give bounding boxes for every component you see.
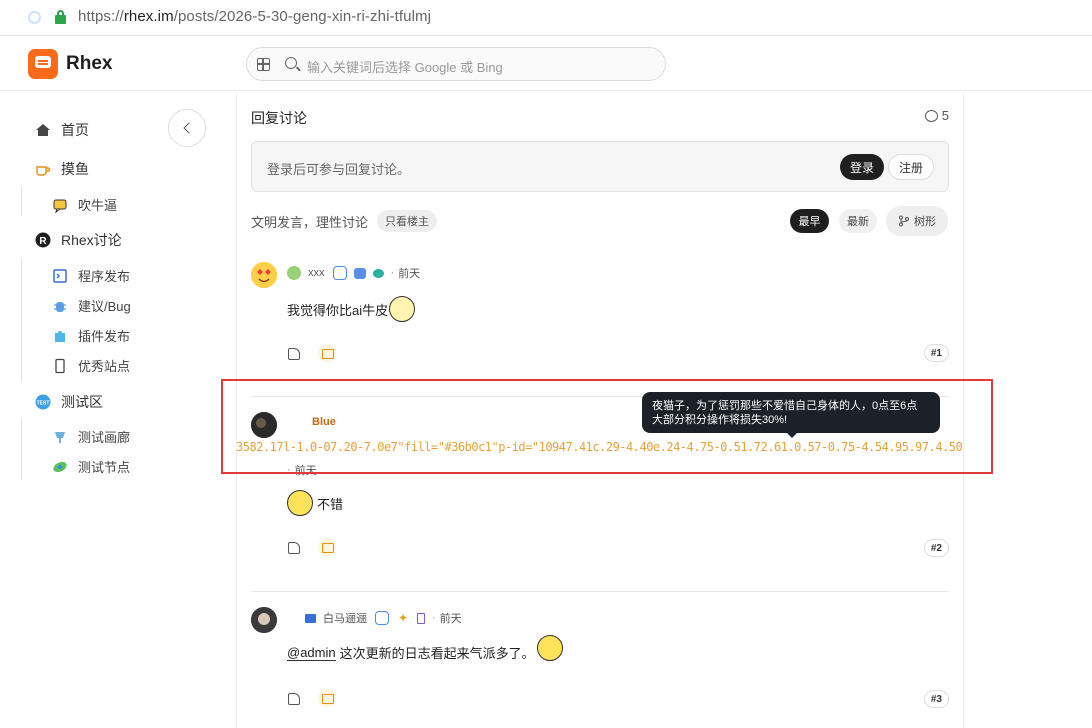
phone-badge-icon	[417, 612, 425, 624]
sidebar-item-program-release[interactable]: 程序发布	[52, 266, 130, 285]
chat-badge-icon	[372, 268, 384, 278]
sidebar-item-plugin-release[interactable]: 插件发布	[52, 326, 130, 345]
floor-number: #3	[923, 690, 949, 708]
search-input[interactable]: 输入关键词后选择 Google 或 Bing	[246, 47, 666, 81]
gallery-icon	[52, 429, 68, 445]
comment-meta: xxx · 前天	[287, 265, 420, 281]
chat-icon	[52, 197, 68, 213]
comment-body: @admin 这次更新的日志看起来气派多了。	[287, 634, 563, 662]
search-engine-grid-icon[interactable]	[257, 58, 270, 71]
neutral-face-emoji-icon	[287, 490, 313, 516]
sidebar-item-test-gallery[interactable]: 测试画廊	[52, 427, 130, 446]
login-prompt-box: 登录后可参与回复讨论。 登录 注册	[251, 141, 949, 192]
sidebar-item-test-zone[interactable]: TEST 测试区	[35, 392, 103, 412]
test-icon: TEST	[35, 394, 51, 410]
site-header: Rhex 输入关键词后选择 Google 或 Bing	[0, 37, 1092, 91]
username[interactable]: 白马逦逦	[323, 610, 367, 626]
highlight-box	[221, 379, 993, 474]
plugin-icon	[52, 328, 68, 344]
sort-earliest-button[interactable]: 最早	[790, 209, 829, 233]
mention-link[interactable]: @admin	[287, 645, 336, 661]
comment-divider	[251, 591, 949, 592]
comment-meta: 白马逦逦 ✦ · 前天	[305, 610, 462, 626]
bug-icon	[52, 298, 68, 314]
search-icon	[285, 57, 297, 69]
sidebar-item-test-node[interactable]: 测试节点	[52, 457, 130, 476]
comment-bubble-icon	[924, 109, 938, 122]
comment-body: 我觉得你比ai牛皮	[287, 296, 416, 322]
avatar[interactable]	[251, 607, 277, 633]
floor-number: #2	[923, 539, 949, 557]
reply-count: 5	[924, 108, 949, 123]
sidebar-item-home[interactable]: 首页	[35, 120, 89, 140]
like-icon[interactable]	[288, 542, 300, 554]
browser-address-bar[interactable]: https://rhex.im/posts/2026-5-30-geng-xin…	[0, 0, 1092, 36]
robot-badge-icon	[375, 611, 389, 625]
comment-body: 不错	[287, 490, 343, 516]
discussion-rules: 文明发言，理性讨论	[251, 215, 369, 230]
sidebar-item-moyu[interactable]: 摸鱼	[35, 159, 89, 179]
login-hint: 登录后可参与回复讨论。	[267, 162, 411, 177]
search-placeholder: 输入关键词后选择 Google 或 Bing	[307, 60, 503, 75]
sidebar-subline	[21, 258, 22, 380]
coffee-icon	[35, 161, 51, 177]
discussion-title: 回复讨论	[251, 110, 307, 126]
edit-badge-icon	[353, 267, 366, 279]
login-button[interactable]: 登录	[840, 154, 884, 180]
user-avatar-badge-icon	[287, 266, 301, 280]
comment-item: xxx · 前天 我觉得你比ai牛皮 #1	[251, 262, 949, 372]
sort-tree-button[interactable]: 树形	[886, 206, 948, 236]
brand-name[interactable]: Rhex	[66, 53, 112, 75]
comment-time: 前天	[398, 268, 421, 280]
site-info-icon[interactable]	[28, 11, 41, 24]
branch-icon	[899, 215, 909, 227]
rhex-r-icon: R	[35, 232, 51, 248]
gift-icon[interactable]	[318, 689, 336, 707]
lock-icon	[55, 10, 66, 24]
sidebar-item-featured-sites[interactable]: 优秀站点	[52, 356, 130, 375]
gift-icon[interactable]	[318, 344, 336, 362]
crown-badge-icon	[305, 613, 316, 623]
sidebar-subline	[21, 420, 22, 480]
like-icon[interactable]	[288, 348, 300, 360]
register-button[interactable]: 注册	[888, 154, 934, 180]
node-icon	[52, 459, 68, 475]
avatar[interactable]	[251, 262, 277, 288]
sort-latest-button[interactable]: 最新	[839, 209, 877, 233]
gift-icon[interactable]	[318, 538, 336, 556]
sidebar-item-suggestion-bug[interactable]: 建议/Bug	[52, 296, 131, 315]
svg-text:R: R	[39, 236, 47, 247]
home-icon	[35, 122, 51, 138]
sidebar-item-chuiniubi[interactable]: 吹牛逼	[52, 195, 117, 214]
url-text[interactable]: https://rhex.im/posts/2026-5-30-geng-xin…	[78, 8, 431, 25]
code-icon	[52, 268, 68, 284]
username[interactable]: xxx	[308, 267, 325, 279]
sparkle-badge-icon: ✦	[397, 611, 409, 625]
sidebar-item-rhex-discuss[interactable]: R Rhex讨论	[35, 230, 122, 250]
sidebar-subline	[21, 186, 22, 216]
robot-badge-icon	[332, 266, 347, 280]
rhex-logo-icon[interactable]	[28, 49, 58, 79]
like-icon[interactable]	[288, 693, 300, 705]
floor-number: #1	[923, 344, 949, 362]
heart-eyes-emoji-icon	[536, 634, 563, 661]
rolling-eyes-emoji-icon	[389, 296, 416, 322]
collapse-sidebar-button[interactable]	[168, 109, 206, 147]
svg-text:TEST: TEST	[37, 401, 50, 407]
comment-item: 白马逦逦 ✦ · 前天 @admin 这次更新的日志看起来气派多了。 #3	[251, 607, 949, 728]
comment-time: 前天	[439, 613, 462, 625]
phone-icon	[52, 358, 68, 374]
op-only-toggle[interactable]: 只看楼主	[377, 210, 437, 232]
